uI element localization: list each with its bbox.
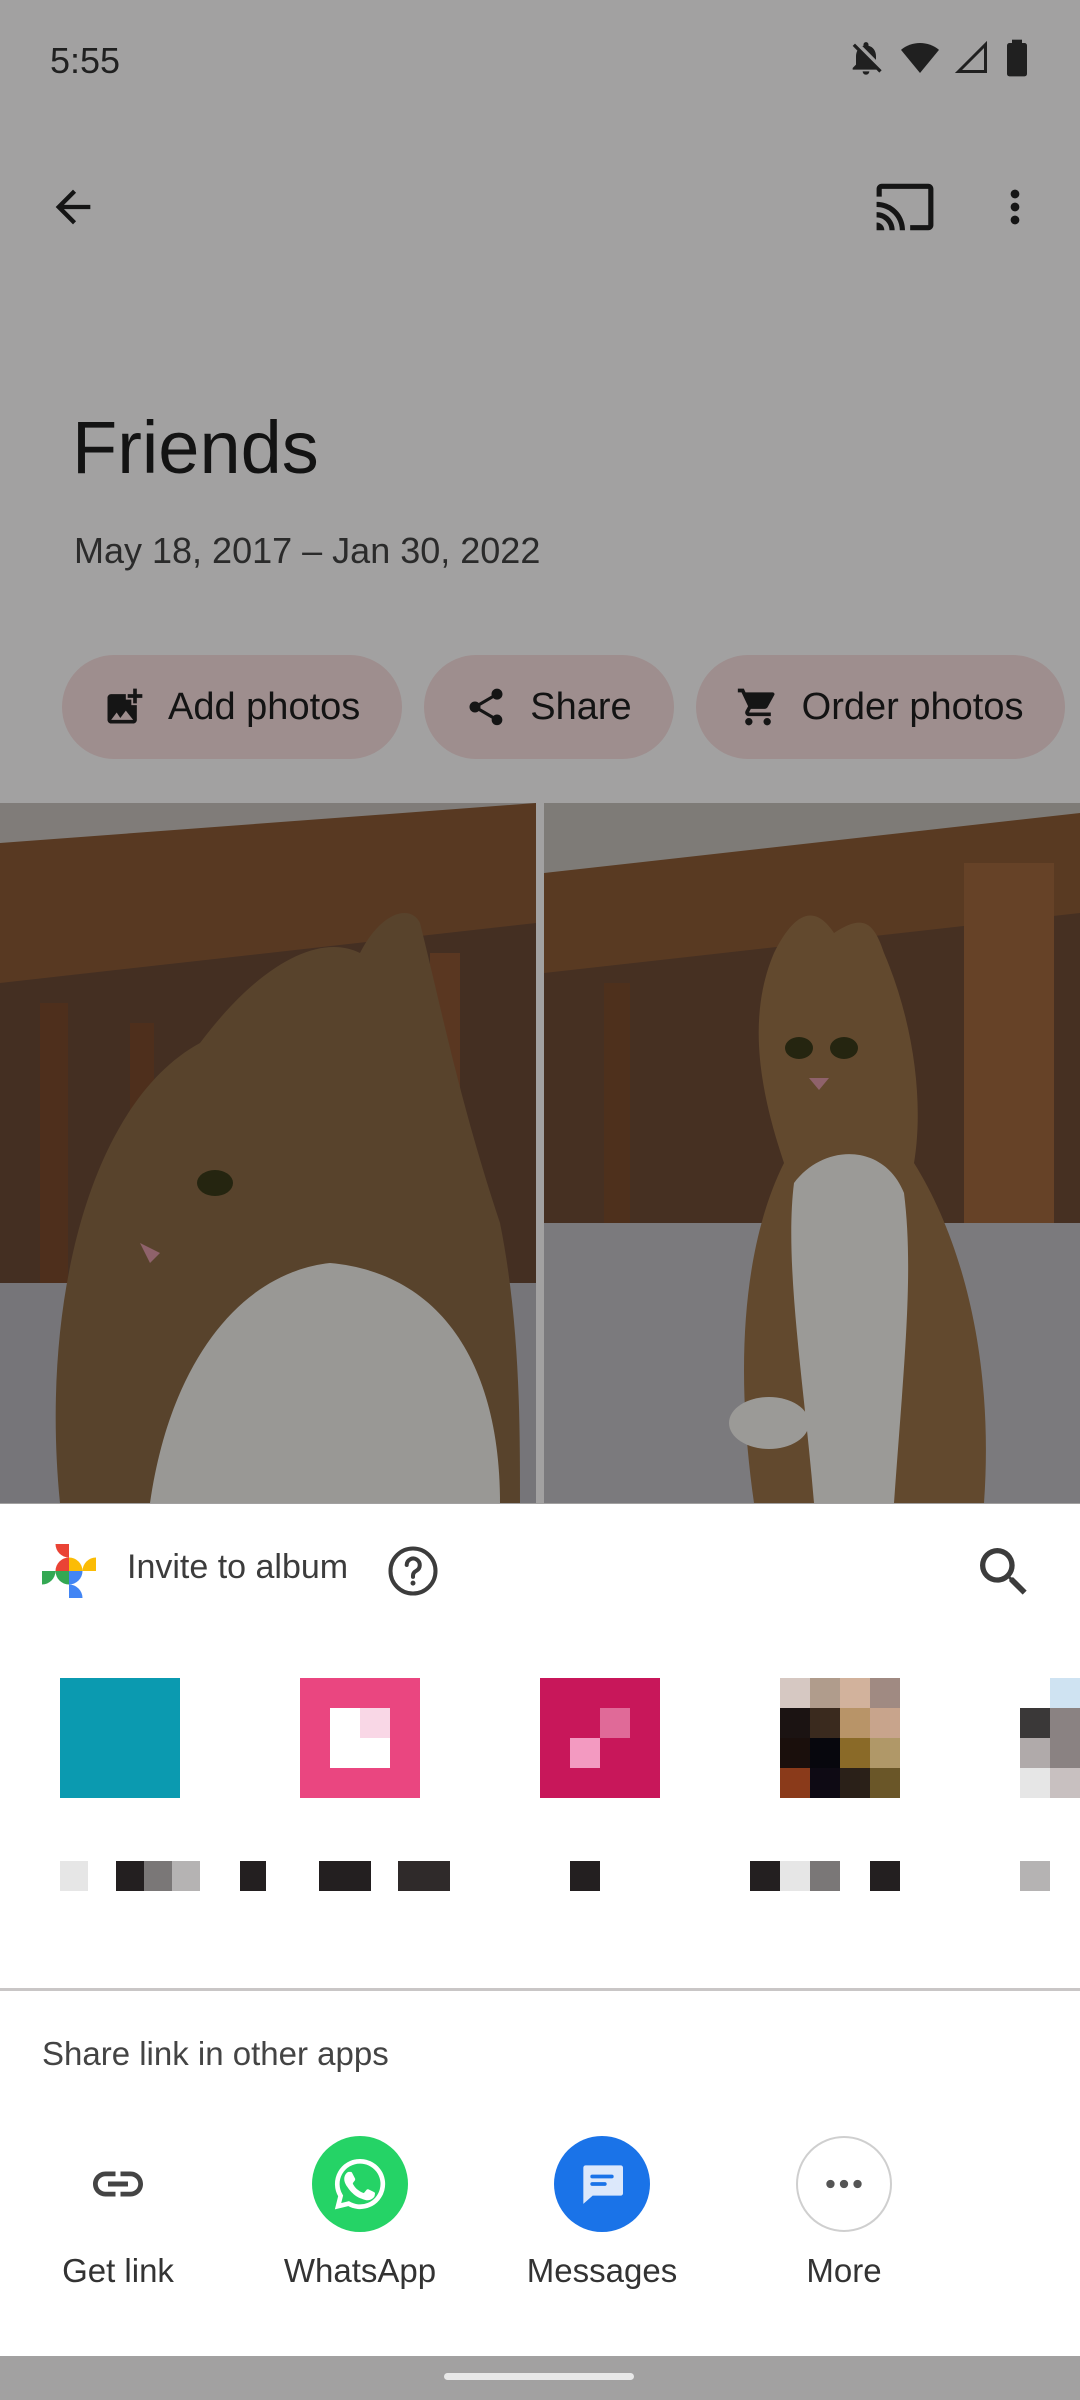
messages-label: Messages: [526, 2252, 678, 2289]
link-icon: [70, 2136, 166, 2232]
whatsapp-label: WhatsApp: [283, 2252, 437, 2289]
messages-button[interactable]: Messages: [502, 2136, 702, 2296]
contact-suggestion[interactable]: [60, 1678, 200, 1898]
avatar: [780, 1678, 900, 1798]
sheet-divider: [0, 1988, 1080, 1991]
share-bottom-sheet: Invite to album Share link in other apps…: [0, 1504, 1080, 2356]
contact-name-redacted: [750, 1861, 930, 1891]
more-apps-button[interactable]: More: [744, 2136, 944, 2296]
contact-suggestion[interactable]: [1020, 1678, 1080, 1898]
avatar: [60, 1678, 180, 1798]
gesture-navigation-bar[interactable]: [444, 2373, 634, 2380]
whatsapp-icon: [312, 2136, 408, 2232]
messages-icon: [554, 2136, 650, 2232]
avatar: [1020, 1678, 1080, 1798]
get-link-button[interactable]: Get link: [18, 2136, 218, 2296]
more-label: More: [806, 2252, 882, 2289]
search-icon[interactable]: [972, 1540, 1036, 1604]
contact-suggestion[interactable]: [540, 1678, 660, 1898]
contact-name-redacted: [240, 1861, 450, 1891]
google-photos-icon: [42, 1544, 96, 1598]
contact-suggestion[interactable]: [240, 1678, 450, 1898]
contact-name-redacted: [540, 1861, 680, 1891]
avatar: [300, 1678, 420, 1798]
contact-suggestion[interactable]: [750, 1678, 900, 1898]
whatsapp-button[interactable]: WhatsApp: [260, 2136, 460, 2296]
sheet-header: Invite to album: [0, 1504, 1080, 1629]
more-horiz-icon: [796, 2136, 892, 2232]
contact-name-redacted: [1020, 1861, 1080, 1891]
avatar: [540, 1678, 660, 1798]
suggested-contacts-row: [0, 1678, 1080, 1898]
help-icon[interactable]: [386, 1544, 440, 1598]
invite-to-album-label[interactable]: Invite to album: [127, 1548, 348, 1587]
share-apps-row: Get link WhatsApp Messages More: [0, 2136, 1080, 2296]
share-link-section-label: Share link in other apps: [42, 2035, 389, 2072]
get-link-label: Get link: [62, 2252, 174, 2289]
contact-name-redacted: [60, 1861, 200, 1891]
